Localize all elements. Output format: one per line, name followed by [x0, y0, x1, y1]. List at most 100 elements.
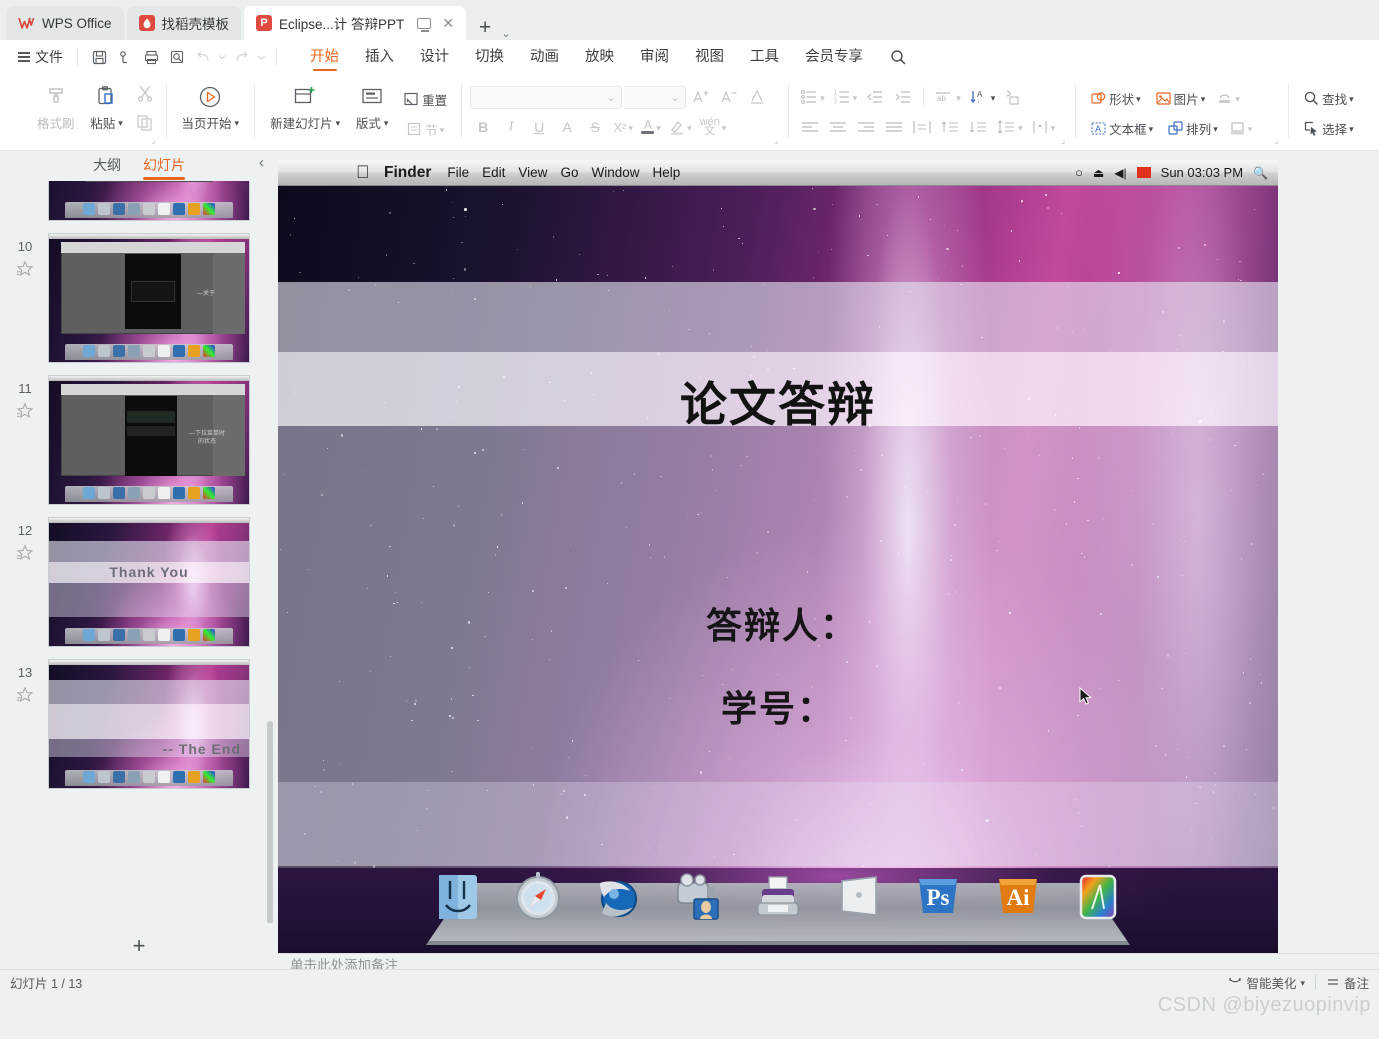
- chevron-down-icon[interactable]: ▾: [1051, 123, 1056, 133]
- font-family-select[interactable]: ⌄: [470, 85, 623, 109]
- textbox-button[interactable]: A 文本框 ▾: [1084, 115, 1159, 141]
- chevron-down-icon[interactable]: ▾: [118, 119, 123, 128]
- decrease-indent-button[interactable]: [862, 84, 888, 110]
- chevron-down-icon[interactable]: ▾: [235, 119, 240, 128]
- align-right-button[interactable]: [853, 114, 879, 140]
- list-item[interactable]: [0, 181, 278, 221]
- chevron-left-icon[interactable]: ‹: [259, 154, 264, 171]
- chevron-down-icon[interactable]: ▾: [820, 93, 825, 103]
- save-icon[interactable]: [86, 45, 112, 69]
- print-icon[interactable]: [138, 45, 164, 69]
- bullet-list-button[interactable]: ▾: [797, 84, 828, 110]
- tab-view[interactable]: 视图: [682, 41, 737, 73]
- chevron-down-icon[interactable]: ▾: [1349, 124, 1354, 134]
- slide-thumbnail[interactable]: [48, 181, 250, 221]
- slide-thumbnail[interactable]: —关于: [48, 233, 250, 363]
- slide-thumbnail[interactable]: —下拉菜单时的状态: [48, 375, 250, 505]
- fill-button[interactable]: ▾: [1213, 85, 1243, 111]
- list-item[interactable]: 11 —下拉菜单时的状态: [0, 375, 278, 505]
- phonetic-guide-button[interactable]: wén 文 ▾: [697, 114, 730, 140]
- vertical-align-button[interactable]: ▾: [1028, 114, 1059, 140]
- clear-format-button[interactable]: [744, 84, 770, 110]
- superscript-button[interactable]: X² ▾: [610, 114, 636, 140]
- sort-button[interactable]: A ↓ ▾: [966, 84, 999, 110]
- outline-button[interactable]: ▾: [1226, 115, 1256, 141]
- chevron-down-icon[interactable]: ▾: [991, 93, 996, 103]
- font-color-button[interactable]: A ▾: [638, 114, 664, 140]
- chevron-down-icon[interactable]: ▾: [656, 123, 661, 133]
- columns-button[interactable]: [1000, 84, 1026, 110]
- reset-button[interactable]: 重置: [397, 86, 453, 112]
- chevron-down-icon[interactable]: ▾: [1149, 124, 1154, 134]
- tab-eclipse-ppt[interactable]: P Eclipse...计 答辩PPT ✕: [244, 6, 467, 40]
- chevron-down-icon[interactable]: ▾: [440, 125, 445, 135]
- add-slide-button[interactable]: +: [0, 923, 278, 969]
- text-direction-button[interactable]: ab ▾: [931, 84, 964, 110]
- cut-button[interactable]: [132, 80, 158, 106]
- strike-center-button[interactable]: A: [554, 114, 580, 140]
- section-button[interactable]: 节 ▾: [397, 116, 453, 142]
- chevron-down-icon[interactable]: ▾: [687, 123, 692, 133]
- format-painter-button[interactable]: 格式刷: [30, 78, 82, 132]
- tab-insert[interactable]: 插入: [352, 41, 407, 73]
- navigator-scrollbar[interactable]: [267, 721, 273, 923]
- shape-button[interactable]: 形状 ▾: [1084, 85, 1147, 111]
- slide-thumbnail-list[interactable]: 10 —关于 11 —下拉菜单时的状态 12 Thank You 13 -- T…: [0, 181, 278, 923]
- chevron-down-icon[interactable]: ▾: [336, 119, 341, 128]
- copy-button[interactable]: [132, 110, 158, 136]
- arrange-button[interactable]: 排列 ▾: [1161, 115, 1224, 141]
- chevron-down-icon[interactable]: ▾: [384, 119, 389, 128]
- slide-title[interactable]: 论文答辩: [278, 366, 1278, 435]
- redo-icon[interactable]: [228, 45, 254, 69]
- tab-find-template[interactable]: 找稻壳模板: [126, 6, 242, 40]
- search-icon[interactable]: [890, 49, 907, 66]
- chevron-down-icon[interactable]: ▾: [956, 93, 961, 103]
- file-menu-button[interactable]: 文件: [12, 47, 69, 67]
- bold-button[interactable]: B: [470, 114, 496, 140]
- find-replace-icon[interactable]: [164, 45, 190, 69]
- tab-present-monitor-icon[interactable]: [417, 17, 432, 32]
- print-preview-icon[interactable]: [112, 45, 138, 69]
- font-size-select[interactable]: ⌄: [624, 85, 687, 109]
- notes-toggle-button[interactable]: 备注: [1326, 973, 1369, 992]
- slide-thumbnail[interactable]: Thank You: [48, 517, 250, 647]
- numbered-list-button[interactable]: 123 ▾: [830, 84, 861, 110]
- picture-button[interactable]: 图片 ▾: [1149, 85, 1212, 111]
- chevron-down-icon[interactable]: ▾: [1213, 124, 1218, 134]
- chevron-down-icon[interactable]: ▾: [1018, 123, 1023, 133]
- underline-button[interactable]: U: [526, 114, 552, 140]
- start-from-current-button[interactable]: 当页开始 ▾: [175, 78, 247, 132]
- select-button[interactable]: 选择 ▾: [1297, 115, 1360, 141]
- slide-canvas[interactable]:  Finder File Edit View Go Window Help ○…: [278, 160, 1278, 953]
- smart-beautify-button[interactable]: 智能美化 ▾: [1228, 973, 1305, 992]
- tab-tools[interactable]: 工具: [737, 41, 792, 73]
- tab-transition[interactable]: 切换: [462, 41, 517, 73]
- chevron-down-icon[interactable]: ⌄: [501, 27, 510, 40]
- find-button[interactable]: 查找 ▾: [1297, 85, 1360, 111]
- tab-animation[interactable]: 动画: [517, 41, 572, 73]
- chevron-down-icon[interactable]: ▾: [1235, 94, 1240, 104]
- chevron-down-icon[interactable]: ▾: [1300, 978, 1305, 988]
- tab-review[interactable]: 审阅: [627, 41, 682, 73]
- chevron-down-icon[interactable]: ▾: [1349, 94, 1354, 104]
- italic-button[interactable]: I: [498, 114, 524, 140]
- increase-indent-button[interactable]: [890, 84, 916, 110]
- space-before-button[interactable]: [937, 114, 963, 140]
- close-icon[interactable]: ✕: [442, 15, 454, 32]
- insert-dialog-launcher[interactable]: ⌟: [1274, 135, 1278, 146]
- distribute-button[interactable]: [909, 114, 935, 140]
- chevron-down-icon[interactable]: ▾: [853, 93, 858, 103]
- list-item[interactable]: 12 Thank You: [0, 517, 278, 647]
- grow-font-button[interactable]: [688, 84, 714, 110]
- list-item[interactable]: 10 —关于: [0, 233, 278, 363]
- tab-start[interactable]: 开始: [297, 41, 352, 73]
- chevron-down-icon[interactable]: ▾: [1136, 94, 1141, 104]
- tab-design[interactable]: 设计: [407, 41, 462, 73]
- strikethrough-button[interactable]: S: [582, 114, 608, 140]
- chevron-down-icon[interactable]: ▾: [1201, 94, 1206, 104]
- align-left-button[interactable]: [797, 114, 823, 140]
- list-item[interactable]: 13 -- The End: [0, 659, 278, 789]
- layout-button[interactable]: 版式 ▾: [347, 78, 397, 132]
- presenter-label[interactable]: 答辩人：: [278, 597, 1278, 649]
- justify-button[interactable]: [881, 114, 907, 140]
